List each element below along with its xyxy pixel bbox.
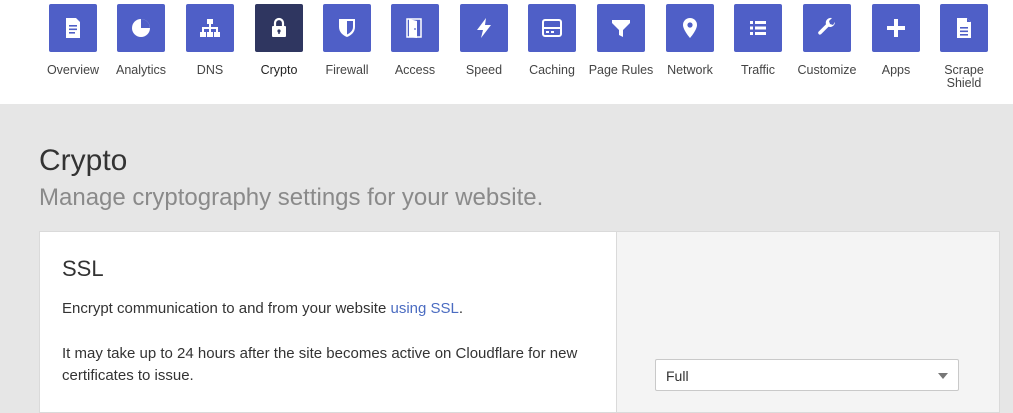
ssl-card: SSL Encrypt communication to and from yo… <box>39 231 1000 413</box>
nav-label: DNS <box>196 63 224 77</box>
plus-icon <box>872 4 920 52</box>
nav-page-rules[interactable]: Page Rules <box>587 4 655 77</box>
ssl-description-text: Encrypt communication to and from your w… <box>62 300 391 317</box>
nav-label: Crypto <box>260 63 298 77</box>
nav-label: Traffic <box>740 63 776 77</box>
nav-label: Caching <box>529 63 575 77</box>
nav-label: Speed <box>465 63 503 77</box>
nav-analytics[interactable]: Analytics <box>107 4 175 77</box>
nav-label: Access <box>394 63 436 77</box>
ssl-certificate-note: It may take up to 24 hours after the sit… <box>62 345 578 384</box>
pie-chart-icon <box>117 4 165 52</box>
nav-network[interactable]: Network <box>656 4 724 77</box>
shield-icon <box>323 4 371 52</box>
nav-scrape-shield[interactable]: Scrape Shield <box>930 4 998 90</box>
nav-label: Network <box>667 63 713 77</box>
nav-label: Firewall <box>325 63 369 77</box>
ssl-card-control: Full <box>616 232 999 412</box>
nav-label: Page Rules <box>588 63 654 77</box>
map-pin-icon <box>666 4 714 52</box>
overview-document-icon <box>49 4 97 52</box>
page-subtitle: Manage cryptography settings for your we… <box>39 184 544 211</box>
filter-icon <box>597 4 645 52</box>
lock-icon <box>255 4 303 52</box>
nav-traffic[interactable]: Traffic <box>724 4 792 77</box>
scrape-document-icon <box>940 4 988 52</box>
wrench-icon <box>803 4 851 52</box>
using-ssl-link[interactable]: using SSL <box>390 300 458 317</box>
nav-access[interactable]: Access <box>381 4 449 77</box>
nav-label: Apps <box>881 63 911 77</box>
nav-speed[interactable]: Speed <box>450 4 518 77</box>
nav-dns[interactable]: DNS <box>176 4 244 77</box>
caret-down-icon <box>938 373 948 379</box>
ssl-mode-value: Full <box>666 368 689 384</box>
nav-label: Analytics <box>115 63 167 77</box>
door-icon <box>391 4 439 52</box>
page-title: Crypto <box>39 144 128 177</box>
nav-label: Customize <box>797 63 857 77</box>
network-tree-icon <box>186 4 234 52</box>
nav-firewall[interactable]: Firewall <box>313 4 381 77</box>
server-icon <box>528 4 576 52</box>
nav-crypto[interactable]: Crypto <box>245 4 313 77</box>
lightning-icon <box>460 4 508 52</box>
nav-label: Scrape Shield <box>944 63 984 90</box>
ssl-card-title: SSL <box>62 256 104 281</box>
nav-caching[interactable]: Caching <box>518 4 586 77</box>
top-navigation: Overview Analytics DNS Crypto Firewall A… <box>0 0 1013 104</box>
nav-overview[interactable]: Overview <box>39 4 107 77</box>
list-icon <box>734 4 782 52</box>
nav-label: Overview <box>46 63 100 77</box>
nav-customize[interactable]: Customize <box>793 4 861 77</box>
nav-apps[interactable]: Apps <box>862 4 930 77</box>
ssl-mode-select[interactable]: Full <box>655 359 959 391</box>
ssl-card-description: SSL Encrypt communication to and from yo… <box>40 232 616 412</box>
ssl-description: Encrypt communication to and from your w… <box>62 298 592 320</box>
ssl-description-end: . <box>458 300 464 317</box>
page-header: Crypto Manage cryptography settings for … <box>39 143 543 213</box>
